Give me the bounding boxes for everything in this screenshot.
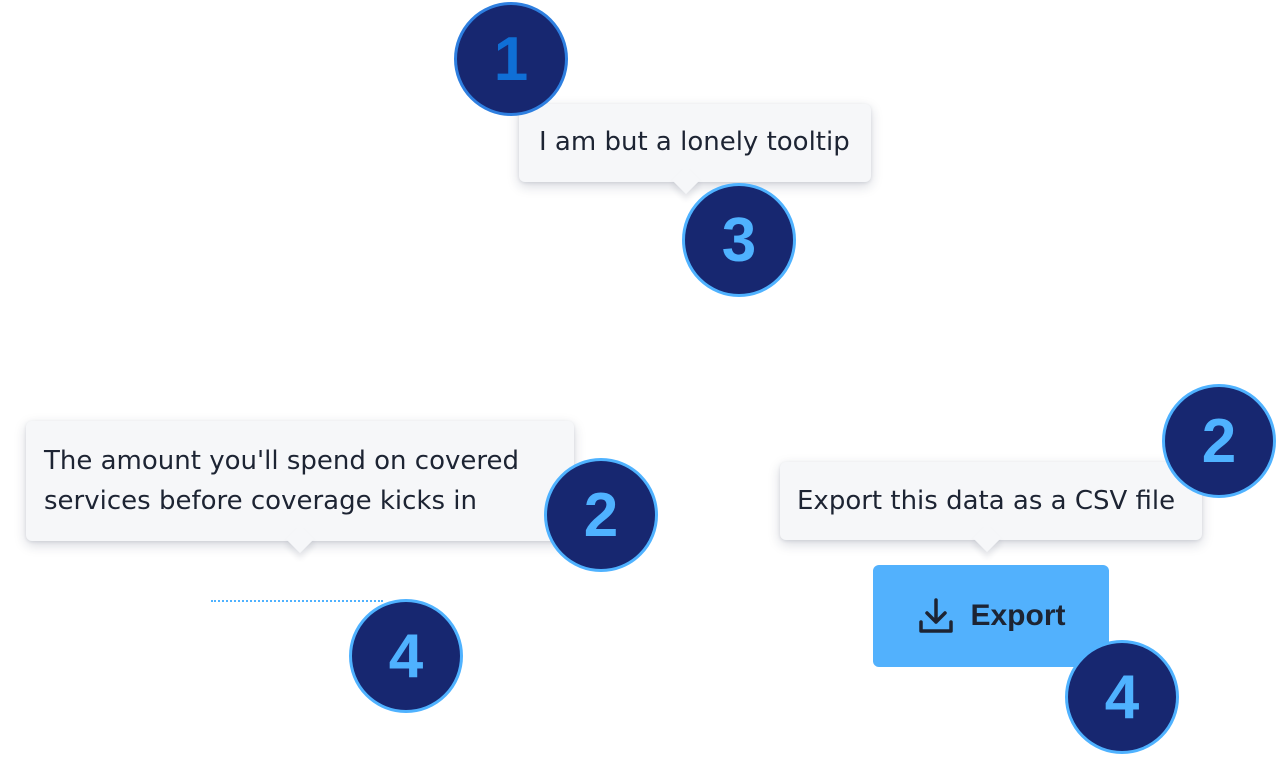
tooltip-export: Export this data as a CSV file	[780, 462, 1202, 540]
step-badge-4: 4	[349, 599, 463, 713]
dotted-underline-trigger[interactable]	[211, 600, 383, 602]
tooltip-covered-text: The amount you'll spend on covered servi…	[44, 446, 519, 516]
step-badge-2: 2	[1162, 384, 1276, 498]
download-icon	[916, 596, 956, 636]
step-badge-2: 2	[544, 458, 658, 572]
step-badge-1: 1	[454, 2, 568, 116]
tooltip-lonely-text: I am but a lonely tooltip	[539, 127, 850, 157]
step-badge-4: 4	[1065, 640, 1179, 754]
tooltip-export-text: Export this data as a CSV file	[797, 486, 1176, 516]
tooltip-lonely: I am but a lonely tooltip	[519, 104, 871, 182]
step-badge-3: 3	[682, 183, 796, 297]
tooltip-covered-services: The amount you'll spend on covered servi…	[26, 421, 574, 541]
export-button-label: Export	[970, 599, 1066, 632]
export-button[interactable]: Export	[873, 565, 1109, 667]
